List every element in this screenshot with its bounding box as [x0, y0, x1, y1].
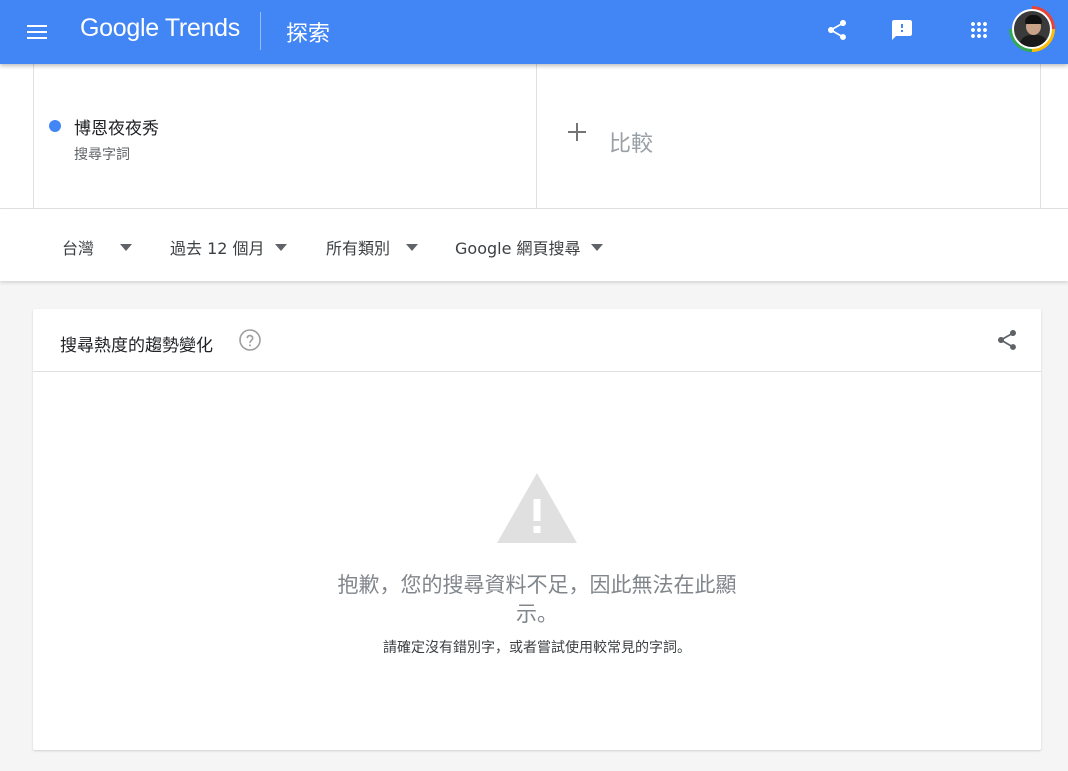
- logo-trends-text: Trends: [164, 14, 240, 42]
- search-property-value: Google 網頁搜尋: [455, 239, 581, 258]
- card-header: 搜尋熱度的趨勢變化: [33, 309, 1041, 372]
- share-icon[interactable]: [823, 16, 851, 44]
- page-title: 探索: [286, 22, 331, 47]
- filter-bar: 台灣 過去 12 個月 所有類別 Google 網頁搜尋: [0, 209, 1068, 281]
- compare-label: 比較: [609, 132, 654, 157]
- share-icon[interactable]: [995, 328, 1019, 352]
- category-value: 所有類別: [326, 239, 391, 258]
- header-divider: [260, 12, 261, 50]
- menu-icon[interactable]: [24, 19, 50, 45]
- add-comparison-button[interactable]: 比較: [537, 64, 1041, 209]
- plus-icon: [567, 122, 587, 142]
- search-property-dropdown[interactable]: Google 網頁搜尋: [455, 235, 603, 259]
- time-range-dropdown[interactable]: 過去 12 個月: [170, 235, 287, 259]
- region-dropdown[interactable]: 台灣: [62, 235, 133, 259]
- account-avatar[interactable]: [1009, 6, 1055, 52]
- region-value: 台灣: [62, 239, 95, 258]
- feedback-icon[interactable]: [888, 16, 916, 44]
- card-title: 搜尋熱度的趨勢變化: [60, 336, 213, 356]
- error-hint: 請確定沒有錯別字，或者嘗試使用較常見的字詞。: [383, 640, 691, 656]
- apps-icon[interactable]: [965, 16, 993, 44]
- logo-google-text: Google: [80, 14, 159, 42]
- caret-down-icon: [274, 243, 287, 251]
- caret-down-icon: [406, 243, 419, 251]
- caret-down-icon: [590, 243, 603, 251]
- search-term-card[interactable]: 博恩夜夜秀 搜尋字詞: [33, 64, 537, 209]
- term-type: 搜尋字詞: [74, 147, 130, 163]
- google-trends-logo[interactable]: Google Trends: [80, 14, 240, 43]
- term-color-dot: [49, 120, 61, 132]
- avatar-photo: [1012, 9, 1052, 49]
- comparison-strip: 博恩夜夜秀 搜尋字詞 比較: [0, 64, 1068, 209]
- caret-down-icon: [120, 243, 133, 251]
- help-icon[interactable]: [238, 328, 262, 352]
- time-range-value: 過去 12 個月: [170, 239, 265, 258]
- term-name: 博恩夜夜秀: [74, 119, 159, 139]
- interest-over-time-card: 搜尋熱度的趨勢變化 抱歉，您的搜尋資料不足，因此無法在此顯示。 請確定沒有錯別字…: [33, 309, 1041, 750]
- error-message: 抱歉，您的搜尋資料不足，因此無法在此顯示。: [337, 573, 737, 626]
- top-app-bar: Google Trends 探索: [0, 0, 1068, 64]
- category-dropdown[interactable]: 所有類別: [326, 235, 419, 259]
- warning-icon: [497, 473, 577, 543]
